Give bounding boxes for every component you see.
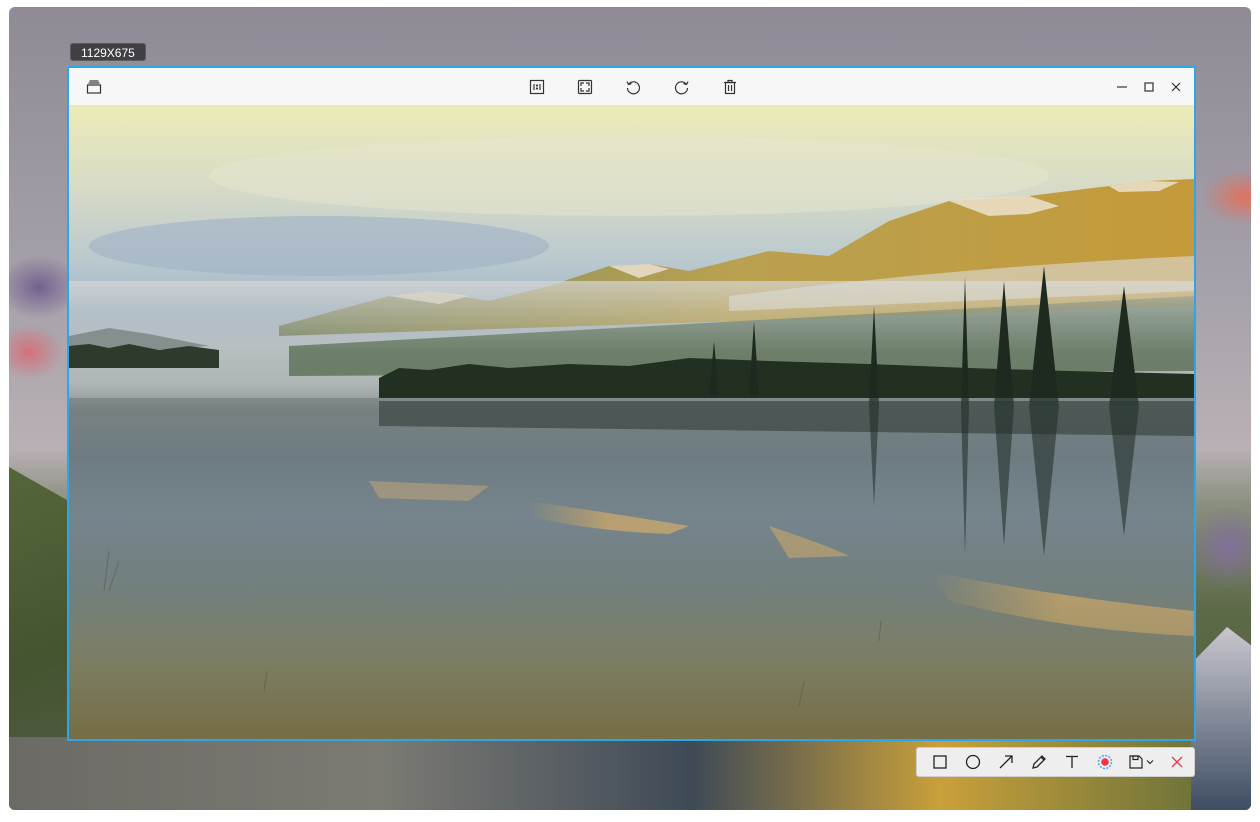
chevron-down-icon[interactable]	[1146, 758, 1154, 766]
fit-window-icon[interactable]	[574, 76, 596, 98]
trash-icon[interactable]	[719, 76, 741, 98]
displayed-photo	[69, 106, 1194, 739]
ellipse-icon[interactable]	[956, 748, 989, 776]
minimize-icon[interactable]	[1111, 76, 1133, 98]
save-icon[interactable]	[1122, 748, 1161, 776]
pencil-icon[interactable]	[1022, 748, 1055, 776]
rotate-right-icon[interactable]	[671, 76, 693, 98]
thumbnail-stack-icon[interactable]	[83, 76, 105, 98]
viewer-titlebar[interactable]	[69, 68, 1194, 106]
image-viewer-window[interactable]	[67, 66, 1196, 741]
arrow-icon[interactable]	[989, 748, 1022, 776]
landscape-illustration	[69, 136, 1194, 739]
close-icon[interactable]	[1165, 76, 1187, 98]
rotate-left-icon[interactable]	[622, 76, 644, 98]
rectangle-icon[interactable]	[923, 748, 956, 776]
maximize-icon[interactable]	[1138, 76, 1160, 98]
actual-size-icon[interactable]	[526, 76, 548, 98]
close-icon[interactable]	[1161, 748, 1194, 776]
wallpaper-mountain	[1191, 627, 1251, 810]
color-picker-icon[interactable]	[1089, 748, 1122, 776]
selection-size-badge: 1129X675	[70, 43, 146, 61]
text-icon[interactable]	[1056, 748, 1089, 776]
annotation-toolbar[interactable]	[916, 747, 1195, 777]
